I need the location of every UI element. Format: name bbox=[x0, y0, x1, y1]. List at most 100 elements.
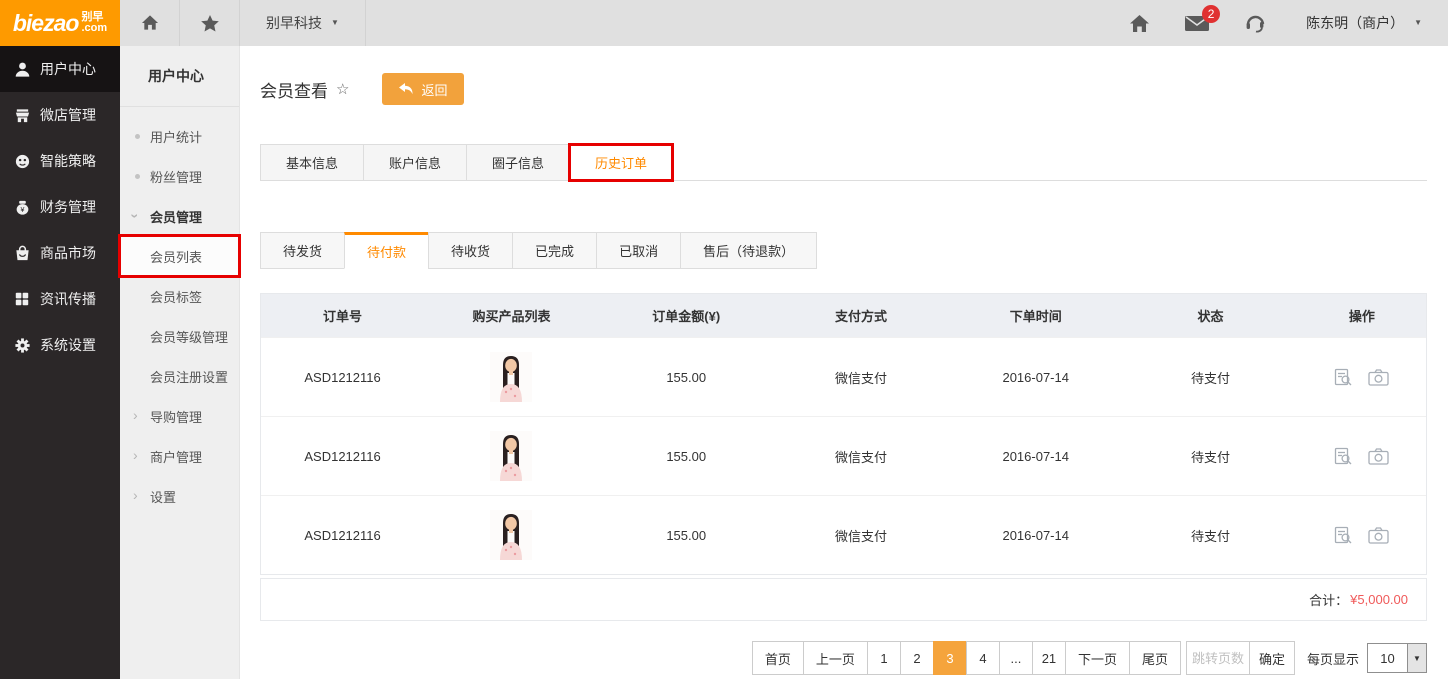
chevron-down-icon: ▼ bbox=[1407, 644, 1426, 672]
column-header: 状态 bbox=[1123, 306, 1298, 325]
payment-method: 微信支付 bbox=[774, 368, 949, 387]
page-last-button[interactable]: 尾页 bbox=[1129, 641, 1181, 675]
per-page-value: 10 bbox=[1368, 644, 1407, 672]
tab-circle-info[interactable]: 圈子信息 bbox=[466, 144, 569, 181]
order-status: 待支付 bbox=[1123, 447, 1298, 466]
sidebar-item-user-center[interactable]: 用户中心 bbox=[0, 46, 120, 92]
table-header-row: 订单号 购买产品列表 订单金额(¥) 支付方式 下单时间 状态 操作 bbox=[261, 294, 1426, 337]
submenu-item-member-list[interactable]: 会员列表 bbox=[120, 236, 239, 276]
page-number-button[interactable]: 21 bbox=[1032, 641, 1065, 675]
table-row: ASD1212116 155.00 微信支付 2016-07-14 待支付 bbox=[261, 495, 1426, 574]
page-ellipsis: ... bbox=[999, 641, 1032, 675]
topbar-favorites[interactable] bbox=[180, 0, 240, 46]
column-header: 下单时间 bbox=[948, 306, 1123, 325]
order-tab-completed[interactable]: 已完成 bbox=[512, 232, 596, 269]
page-first-button[interactable]: 首页 bbox=[752, 641, 803, 675]
product-thumbnail[interactable] bbox=[424, 352, 599, 402]
submenu-item-merchant[interactable]: › 商户管理 bbox=[120, 436, 239, 476]
page-number-button-active[interactable]: 3 bbox=[933, 641, 966, 675]
jump-confirm-button[interactable]: 确定 bbox=[1250, 641, 1295, 675]
brand-logo-text: biezao bbox=[13, 10, 79, 37]
submenu-item-member-levels[interactable]: 会员等级管理 bbox=[120, 316, 239, 356]
submenu-item-user-stats[interactable]: 用户统计 bbox=[120, 116, 239, 156]
submenu-title: 用户中心 bbox=[120, 46, 239, 107]
camera-icon[interactable] bbox=[1368, 448, 1389, 465]
page-next-button[interactable]: 下一页 bbox=[1065, 641, 1129, 675]
camera-icon[interactable] bbox=[1368, 527, 1389, 544]
submenu-item-setup[interactable]: › 设置 bbox=[120, 476, 239, 516]
topbar-messages-button[interactable]: 2 bbox=[1168, 0, 1226, 46]
brand-logo[interactable]: biezao 别早 .com bbox=[0, 0, 120, 46]
per-page-select[interactable]: 10 ▼ bbox=[1367, 643, 1427, 673]
payment-method: 微信支付 bbox=[774, 526, 949, 545]
tab-history-orders[interactable]: 历史订单 bbox=[569, 144, 673, 181]
order-number: ASD1212116 bbox=[261, 528, 424, 543]
main-content: 会员查看 ☆ 返回 基本信息 账户信息 圈子信息 历史订单 待发货 待付款 待收… bbox=[240, 46, 1448, 679]
tab-basic-info[interactable]: 基本信息 bbox=[260, 144, 363, 181]
product-thumbnail[interactable] bbox=[424, 510, 599, 560]
user-icon bbox=[13, 60, 31, 78]
camera-icon[interactable] bbox=[1368, 369, 1389, 386]
tab-account-info[interactable]: 账户信息 bbox=[363, 144, 466, 181]
chevron-down-icon: ▼ bbox=[1414, 19, 1422, 27]
topbar-home-button[interactable] bbox=[1110, 0, 1168, 46]
chevron-down-icon: ▼ bbox=[331, 19, 339, 27]
order-tab-to-ship[interactable]: 待发货 bbox=[260, 232, 344, 269]
sidebar-item-settings[interactable]: 系统设置 bbox=[0, 322, 120, 368]
reply-arrow-icon bbox=[399, 83, 414, 95]
chevron-down-icon: › bbox=[133, 209, 138, 224]
topbar: biezao 别早 .com 别早科技 ▼ 2 bbox=[0, 0, 1448, 46]
page-number-button[interactable]: 4 bbox=[966, 641, 999, 675]
sidebar-item-label: 系统设置 bbox=[40, 335, 96, 355]
strategy-icon bbox=[13, 152, 31, 170]
sidebar-item-microshop[interactable]: 微店管理 bbox=[0, 92, 120, 138]
chevron-right-icon: › bbox=[133, 408, 138, 422]
headset-icon bbox=[1244, 12, 1266, 34]
page-number-button[interactable]: 1 bbox=[867, 641, 900, 675]
column-header: 购买产品列表 bbox=[424, 306, 599, 325]
submenu-item-fans[interactable]: 粉丝管理 bbox=[120, 156, 239, 196]
submenu-item-member-tags[interactable]: 会员标签 bbox=[120, 276, 239, 316]
topbar-support-button[interactable] bbox=[1226, 0, 1284, 46]
page-title: 会员查看 bbox=[260, 77, 328, 102]
order-date: 2016-07-14 bbox=[948, 528, 1123, 543]
orders-table: 订单号 购买产品列表 订单金额(¥) 支付方式 下单时间 状态 操作 ASD12… bbox=[260, 293, 1427, 575]
sidebar-item-strategy[interactable]: 智能策略 bbox=[0, 138, 120, 184]
submenu-item-member-register[interactable]: 会员注册设置 bbox=[120, 356, 239, 396]
page-number-button[interactable]: 2 bbox=[900, 641, 933, 675]
back-button[interactable]: 返回 bbox=[382, 73, 464, 105]
sidebar-item-label: 商品市场 bbox=[40, 243, 96, 263]
column-header: 支付方式 bbox=[774, 306, 949, 325]
submenu-item-guide[interactable]: › 导购管理 bbox=[120, 396, 239, 436]
bullet-icon bbox=[135, 134, 140, 139]
submenu-item-member-management[interactable]: › 会员管理 bbox=[120, 196, 239, 236]
table-row: ASD1212116 155.00 微信支付 2016-07-14 待支付 bbox=[261, 416, 1426, 495]
user-account-menu[interactable]: 陈东明（商户） ▼ bbox=[1284, 0, 1448, 46]
home-icon bbox=[1129, 14, 1150, 33]
page-prev-button[interactable]: 上一页 bbox=[803, 641, 867, 675]
favorite-star-icon[interactable]: ☆ bbox=[336, 80, 349, 98]
sidebar-item-label: 资讯传播 bbox=[40, 289, 96, 309]
company-selector[interactable]: 别早科技 ▼ bbox=[240, 0, 366, 46]
order-number: ASD1212116 bbox=[261, 449, 424, 464]
sidebar-item-news[interactable]: 资讯传播 bbox=[0, 276, 120, 322]
table-row: ASD1212116 155.00 微信支付 2016-07-14 待支付 bbox=[261, 337, 1426, 416]
sidebar-item-finance[interactable]: ¥ 财务管理 bbox=[0, 184, 120, 230]
view-order-icon[interactable] bbox=[1334, 447, 1353, 466]
shop-icon bbox=[13, 106, 31, 124]
order-tab-to-pay[interactable]: 待付款 bbox=[344, 232, 428, 269]
topbar-home-shortcut[interactable] bbox=[120, 0, 180, 46]
chevron-right-icon: › bbox=[133, 488, 138, 502]
order-tab-to-receive[interactable]: 待收货 bbox=[428, 232, 512, 269]
column-header: 订单号 bbox=[261, 306, 424, 325]
star-icon bbox=[201, 14, 219, 32]
view-order-icon[interactable] bbox=[1334, 368, 1353, 387]
svg-text:¥: ¥ bbox=[20, 205, 24, 213]
product-thumbnail[interactable] bbox=[424, 431, 599, 481]
order-tab-aftersale[interactable]: 售后（待退款） bbox=[680, 232, 817, 269]
order-tab-cancelled[interactable]: 已取消 bbox=[596, 232, 680, 269]
sidebar-item-market[interactable]: 商品市场 bbox=[0, 230, 120, 276]
view-order-icon[interactable] bbox=[1334, 526, 1353, 545]
order-status: 待支付 bbox=[1123, 368, 1298, 387]
jump-page-input[interactable] bbox=[1186, 641, 1250, 675]
